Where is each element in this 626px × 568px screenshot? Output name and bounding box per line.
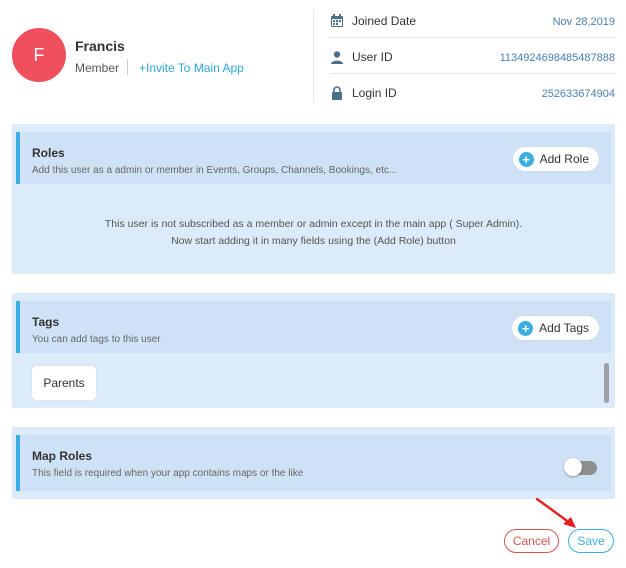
header-divider <box>313 10 314 102</box>
roles-title: Roles <box>32 146 65 160</box>
role-divider <box>127 59 128 75</box>
avatar: F <box>12 28 66 82</box>
roles-subtitle: Add this user as a admin or member in Ev… <box>32 165 398 176</box>
map-roles-header: Map Roles This field is required when yo… <box>16 435 611 491</box>
avatar-letter: F <box>33 44 45 65</box>
cancel-button[interactable]: Cancel <box>504 529 559 553</box>
calendar-icon <box>331 14 343 27</box>
info-label: Joined Date <box>352 14 417 28</box>
invite-to-main-app-link[interactable]: +Invite To Main App <box>139 61 244 75</box>
plus-icon: + <box>518 151 534 167</box>
info-row-login-id: Login ID 252633674904 <box>330 82 615 110</box>
cancel-label: Cancel <box>512 534 551 548</box>
map-roles-title: Map Roles <box>32 449 93 463</box>
tag-chip[interactable]: Parents <box>32 366 96 400</box>
lock-icon <box>332 86 342 100</box>
tags-panel: Tags You can add tags to this user + Add… <box>12 293 615 408</box>
info-label: Login ID <box>352 86 397 100</box>
user-role: Member <box>75 61 120 75</box>
user-icon <box>331 51 343 64</box>
roles-panel: Roles Add this user as a admin or member… <box>12 124 615 274</box>
save-label: Save <box>577 534 605 548</box>
info-divider <box>330 73 615 74</box>
add-role-button[interactable]: + Add Role <box>512 147 599 171</box>
map-roles-panel: Map Roles This field is required when yo… <box>12 427 615 499</box>
tags-subtitle: You can add tags to this user <box>32 334 161 345</box>
info-divider <box>330 37 615 38</box>
user-name: Francis <box>75 38 125 54</box>
tags-header: Tags You can add tags to this user + Add… <box>16 301 611 353</box>
add-role-label: Add Role <box>539 152 589 166</box>
roles-header: Roles Add this user as a admin or member… <box>16 132 611 184</box>
roles-empty-line-1: This user is not subscribed as a member … <box>104 218 523 230</box>
map-roles-toggle[interactable] <box>564 458 597 476</box>
info-value: Nov 28,2019 <box>552 16 615 28</box>
plus-icon: + <box>518 320 534 336</box>
info-row-joined-date: Joined Date Nov 28,2019 <box>330 10 615 38</box>
roles-empty-message: This user is not subscribed as a member … <box>12 216 615 250</box>
map-roles-subtitle: This field is required when your app con… <box>32 468 304 479</box>
info-row-user-id: User ID 1134924698485487888 <box>330 46 615 74</box>
add-tags-label: Add Tags <box>539 321 589 335</box>
toggle-knob <box>564 458 582 476</box>
info-value: 252633674904 <box>541 88 615 100</box>
roles-empty-line-2: Now start adding it in many fields using… <box>171 235 456 247</box>
save-button[interactable]: Save <box>568 529 614 553</box>
tags-title: Tags <box>32 315 60 329</box>
add-tags-button[interactable]: + Add Tags <box>512 316 599 340</box>
info-label: User ID <box>352 50 393 64</box>
tag-label: Parents <box>43 376 85 390</box>
tags-scrollbar[interactable] <box>604 363 609 403</box>
info-value: 1134924698485487888 <box>499 52 615 64</box>
